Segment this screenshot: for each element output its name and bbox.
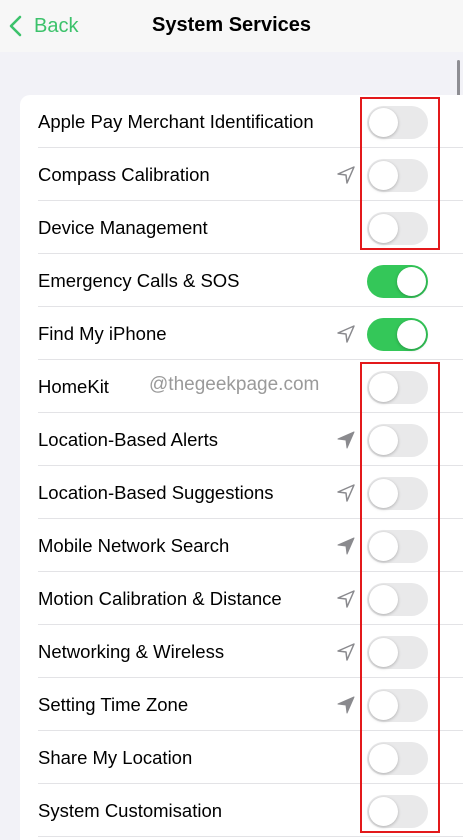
location-arrow-icon <box>337 643 355 661</box>
page-title: System Services <box>151 14 311 36</box>
watermark-text: @thegeekpage.com <box>149 374 320 395</box>
row-label: Networking & Wireless <box>38 641 225 662</box>
row-label: Mobile Network Search <box>38 535 230 556</box>
row-label: Share My Location <box>38 747 193 768</box>
row-divider <box>38 836 463 837</box>
location-arrow-icon <box>337 166 355 184</box>
row-label: Motion Calibration & Distance <box>38 588 282 609</box>
row-label: Setting Time Zone <box>38 694 189 715</box>
row-label: Location-Based Suggestions <box>38 482 274 503</box>
navigation-bar: Back System Services <box>0 0 463 52</box>
location-arrow-icon <box>337 590 355 608</box>
location-arrow-icon <box>337 431 355 449</box>
highlight-box-top <box>360 97 440 250</box>
location-arrow-icon <box>337 537 355 555</box>
row-label: Apple Pay Merchant Identification <box>38 111 314 132</box>
row-label: HomeKit <box>38 376 109 397</box>
row-label: Compass Calibration <box>38 164 210 185</box>
toggle-switch[interactable] <box>367 318 428 351</box>
list-item: Emergency Calls & SOS <box>20 254 463 307</box>
row-label: Location-Based Alerts <box>38 429 218 450</box>
highlight-box-bottom <box>360 362 440 833</box>
row-label: System Customisation <box>38 800 223 821</box>
location-arrow-icon <box>337 484 355 502</box>
toggle-switch[interactable] <box>367 265 428 298</box>
toggle-knob <box>397 267 426 296</box>
row-label: Emergency Calls & SOS <box>38 270 240 291</box>
location-arrow-icon <box>337 696 355 714</box>
location-arrow-icon <box>337 325 355 343</box>
scroll-indicator[interactable] <box>457 60 460 98</box>
row-label: Find My iPhone <box>38 323 167 344</box>
toggle-knob <box>397 320 426 349</box>
row-label: Device Management <box>38 217 208 238</box>
list-item: Find My iPhone <box>20 307 463 360</box>
